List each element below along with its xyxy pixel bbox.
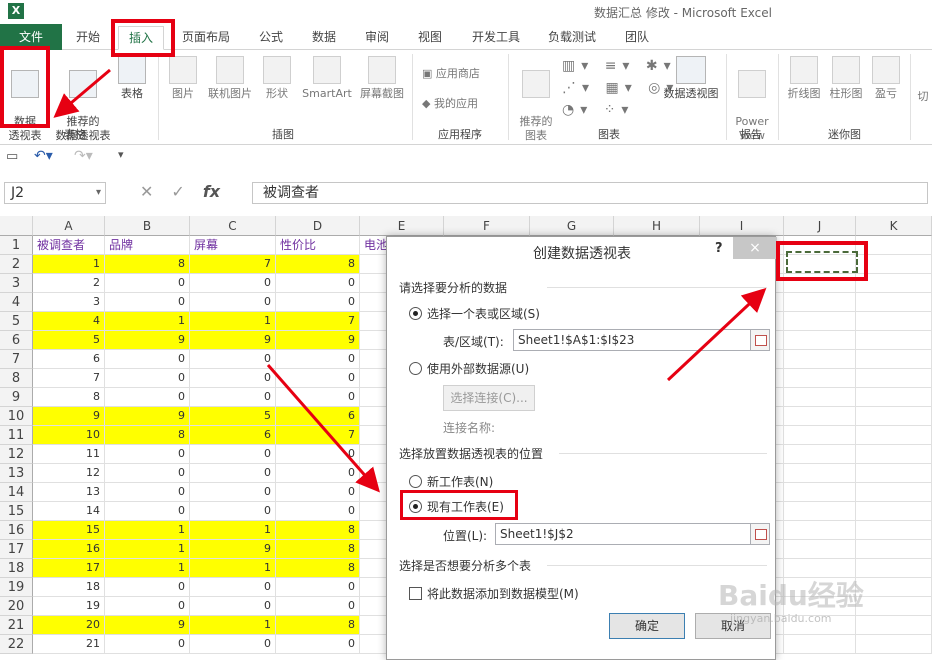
annotation-arrows [53,68,767,493]
watermark-logo: Baidu经验 [718,579,864,612]
arrow-to-target-cell [666,287,767,382]
arrow-to-existing-sheet [266,364,380,493]
watermark-url: jingyan.baidu.com [730,612,832,625]
arrow-to-pivot [53,68,111,118]
